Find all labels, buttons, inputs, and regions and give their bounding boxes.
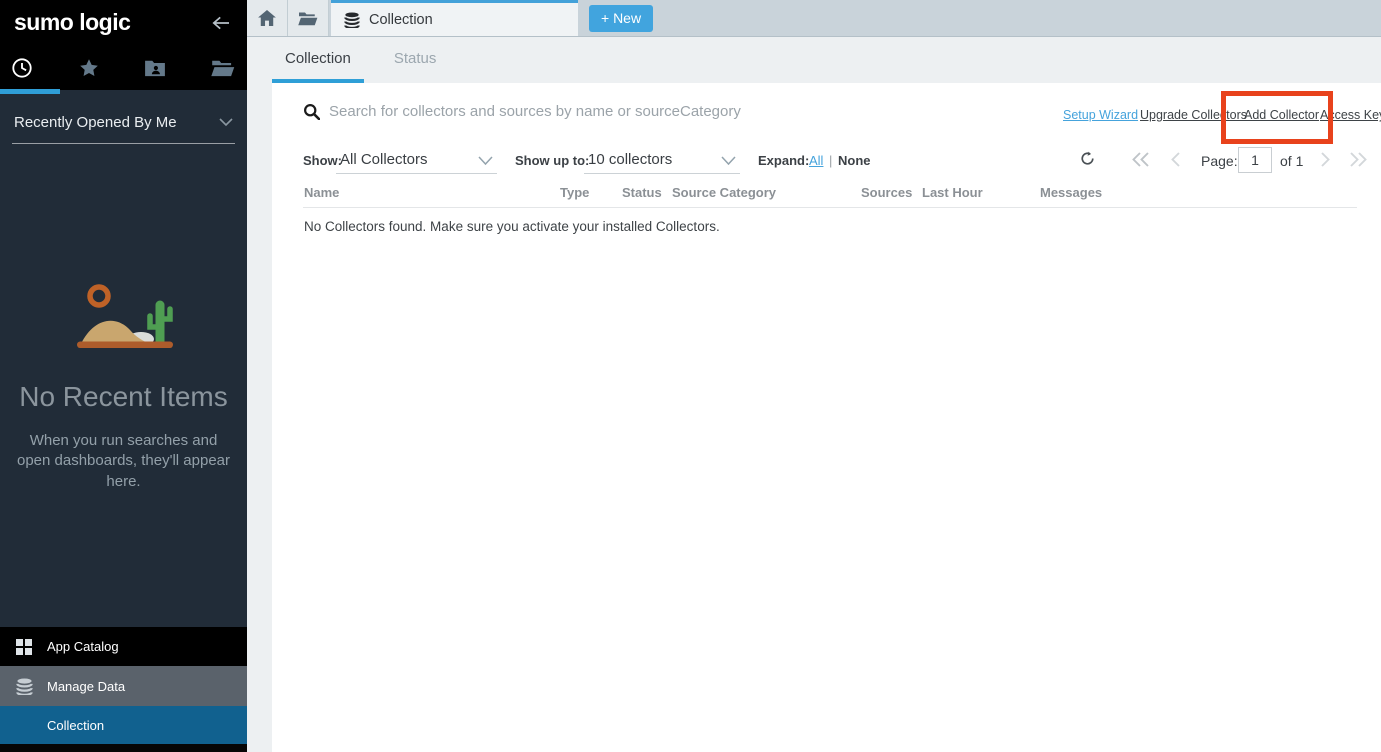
- subtab-status-label: Status: [394, 50, 437, 67]
- collection-panel: Setup Wizard Upgrade Collectors Add Coll…: [272, 83, 1381, 752]
- add-collector-link[interactable]: Add Collector: [1244, 108, 1319, 122]
- table-header-divider: [303, 207, 1357, 208]
- expand-separator: |: [829, 148, 832, 174]
- page-label: Page:: [1201, 148, 1238, 174]
- column-header-messages[interactable]: Messages: [1040, 185, 1102, 200]
- sidebar-icon-rail: [0, 45, 247, 90]
- main-area: Collection + New Collection Status Setup…: [247, 0, 1381, 752]
- sidebar-item-label: Collection: [47, 718, 104, 733]
- no-collectors-message: No Collectors found. Make sure you activ…: [304, 219, 720, 234]
- active-rail-tab-indicator: [0, 89, 60, 94]
- last-page-icon[interactable]: [1349, 152, 1368, 167]
- next-page-icon[interactable]: [1320, 152, 1331, 167]
- expand-all-link[interactable]: All: [809, 148, 823, 174]
- show-filter-dropdown[interactable]: All Collectors: [336, 148, 497, 174]
- page-of-label: of 1: [1280, 148, 1303, 174]
- column-header-source-category[interactable]: Source Category: [672, 185, 776, 200]
- sidebar-menu-filler: [0, 744, 247, 752]
- sidebar-item-label: Manage Data: [47, 679, 125, 694]
- sidebar-item-collection-selected[interactable]: Collection: [0, 706, 247, 744]
- sidebar-item-manage-data[interactable]: Manage Data: [0, 666, 247, 706]
- column-header-name[interactable]: Name: [304, 185, 339, 200]
- show-filter-value: All Collectors: [340, 148, 428, 172]
- recent-clock-icon[interactable]: [9, 55, 35, 81]
- column-header-status[interactable]: Status: [622, 185, 662, 200]
- show-up-to-value: 10 collectors: [588, 148, 672, 172]
- home-tab-button[interactable]: [247, 0, 288, 36]
- app-grid-icon: [13, 639, 35, 655]
- chevron-down-icon: [219, 118, 233, 127]
- database-icon: [13, 678, 35, 695]
- column-header-type[interactable]: Type: [560, 185, 589, 200]
- expand-label: Expand:: [758, 148, 809, 174]
- desert-cactus-illustration: [66, 283, 182, 353]
- library-tab-button[interactable]: [288, 0, 329, 36]
- sumo-logic-logo: sumo logic: [14, 9, 130, 36]
- setup-wizard-link[interactable]: Setup Wizard: [1063, 108, 1138, 122]
- recent-items-filter-dropdown[interactable]: Recently Opened By Me: [12, 108, 235, 144]
- favorites-star-icon[interactable]: [76, 55, 102, 81]
- show-up-to-label: Show up to:: [515, 148, 589, 174]
- tab-collection[interactable]: Collection: [331, 0, 578, 36]
- sidebar-item-label: App Catalog: [47, 639, 119, 654]
- no-recent-items-message: When you run searches and open dashboard…: [0, 431, 247, 492]
- page-number-input[interactable]: [1238, 147, 1272, 173]
- tab-collection-label: Collection: [369, 12, 433, 28]
- subtab-collection[interactable]: Collection: [272, 37, 364, 83]
- subtab-bar: Collection Status: [247, 37, 1381, 83]
- new-button[interactable]: + New: [589, 5, 653, 32]
- subtab-status[interactable]: Status: [381, 37, 450, 83]
- library-folder-icon[interactable]: [210, 55, 236, 81]
- show-up-to-dropdown[interactable]: 10 collectors: [584, 148, 740, 174]
- subtab-collection-label: Collection: [285, 50, 351, 67]
- expand-none-link[interactable]: None: [838, 148, 871, 174]
- sidebar-empty-state: No Recent Items When you run searches an…: [0, 283, 247, 492]
- top-tab-bar: Collection + New: [247, 0, 1381, 37]
- chevron-down-icon: [478, 156, 493, 166]
- home-icon: [258, 10, 276, 26]
- column-header-last-hour[interactable]: Last Hour: [922, 185, 983, 200]
- refresh-icon[interactable]: [1080, 151, 1095, 166]
- upgrade-collectors-link[interactable]: Upgrade Collectors: [1140, 108, 1247, 122]
- left-sidebar: sumo logic Recently Opened By Me: [0, 0, 247, 752]
- collector-search-input[interactable]: [329, 98, 949, 124]
- folder-open-icon: [298, 11, 318, 26]
- shared-folder-icon[interactable]: [142, 55, 168, 81]
- previous-page-icon[interactable]: [1170, 152, 1181, 167]
- database-icon: [344, 12, 360, 28]
- sidebar-bottom-menu: App Catalog Manage Data Collection: [0, 627, 247, 752]
- logo-bar: sumo logic: [0, 0, 247, 45]
- search-icon: [303, 103, 320, 120]
- chevron-down-icon: [721, 156, 736, 166]
- sidebar-item-app-catalog[interactable]: App Catalog: [0, 627, 247, 666]
- collapse-sidebar-arrow-icon[interactable]: [211, 15, 231, 31]
- column-header-sources[interactable]: Sources: [861, 185, 912, 200]
- no-recent-items-title: No Recent Items: [0, 381, 247, 413]
- first-page-icon[interactable]: [1131, 152, 1150, 167]
- recent-filter-value: Recently Opened By Me: [14, 114, 177, 131]
- access-keys-link[interactable]: Access Keys: [1320, 108, 1381, 122]
